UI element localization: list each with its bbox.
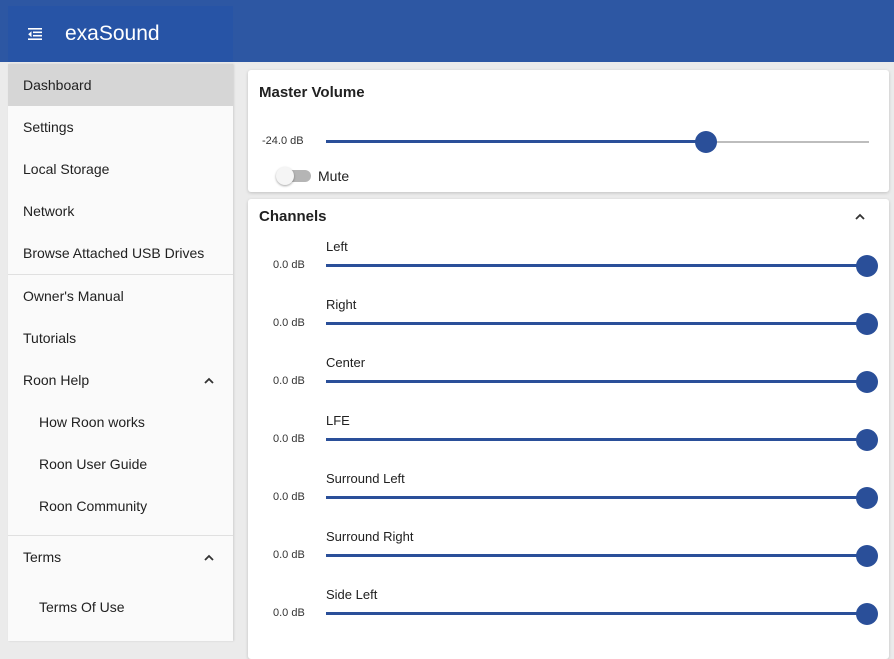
channel-name: Surround Left [326,471,405,486]
master-volume-fill [326,140,707,143]
channel-row: Center 0.0 dB [248,355,892,413]
channel-value: 0.0 dB [273,433,305,445]
channel-value: 0.0 dB [273,317,305,329]
channel-row: Surround Left 0.0 dB [248,471,892,529]
channel-slider-fill [326,264,867,267]
channel-value: 0.0 dB [273,549,305,561]
sidebar-item-terms-of-use[interactable]: Terms Of Use [8,586,233,628]
sidebar-item-terms[interactable]: Terms [8,536,233,578]
sidebar-item-label: Tutorials [23,330,77,346]
sidebar-item-local-storage[interactable]: Local Storage [8,148,233,190]
channel-name: Right [326,297,357,312]
brand-header: exaSound [8,6,233,62]
sidebar-item-label: Dashboard [23,77,92,93]
channel-slider-thumb[interactable] [856,313,878,335]
sidebar-item-roon-user-guide[interactable]: Roon User Guide [8,443,233,485]
channel-value: 0.0 dB [273,607,305,619]
sidebar-item-dashboard[interactable]: Dashboard [8,64,233,106]
master-volume-value: -24.0 dB [262,135,304,147]
sidebar-item-label: Network [23,203,75,219]
channel-name: Center [326,355,366,370]
channel-slider-thumb[interactable] [856,487,878,509]
menu-collapse-icon[interactable] [27,26,43,42]
channel-slider-thumb[interactable] [856,545,878,567]
channel-name: Left [326,239,348,254]
channel-slider-thumb[interactable] [856,603,878,625]
channel-row: Right 0.0 dB [248,297,892,355]
mute-label: Mute [318,168,350,184]
channel-value: 0.0 dB [273,375,305,387]
channel-slider-fill [326,612,867,615]
channel-row: Surround Right 0.0 dB [248,529,892,587]
mute-toggle-thumb[interactable] [276,167,294,185]
sidebar-item-label: Terms [23,549,62,565]
channel-slider-fill [326,380,867,383]
sidebar-item-label: Owner's Manual [23,288,124,304]
sidebar-item-label: Browse Attached USB Drives [23,245,205,261]
channel-row: Side Left 0.0 dB [248,587,892,645]
sidebar-item-how-roon-works[interactable]: How Roon works [8,401,233,443]
channels-title: Channels [259,208,327,225]
channel-slider-thumb[interactable] [856,429,878,451]
sidebar-item-network[interactable]: Network [8,190,233,232]
sidebar-item-settings[interactable]: Settings [8,106,233,148]
channels-card: Channels Left 0.0 dB Right 0.0 dB Center 0.0 … [248,199,889,659]
sidebar-item-label: Settings [23,119,74,135]
sidebar-item-roon-help[interactable]: Roon Help [8,359,233,401]
channel-slider-fill [326,554,867,557]
main-content: Master Volume -24.0 dB Mute Channels Lef… [233,62,894,659]
channel-name: Surround Right [326,529,414,544]
master-volume-thumb[interactable] [695,131,718,153]
sidebar-item-roon-community[interactable]: Roon Community [8,485,233,527]
sidebar-item-tutorials[interactable]: Tutorials [8,317,233,359]
chevron-up-icon[interactable] [854,210,866,222]
sidebar-item-label: Local Storage [23,161,110,177]
channel-name: LFE [326,413,350,428]
sidebar-item-browse-usb[interactable]: Browse Attached USB Drives [8,232,233,274]
master-volume-card: Master Volume -24.0 dB Mute [248,70,889,192]
channel-value: 0.0 dB [273,491,305,503]
sidebar-item-label: How Roon works [39,414,145,430]
sidebar-item-label: Terms Of Use [39,599,125,615]
channel-row: LFE 0.0 dB [248,413,892,471]
channel-slider-thumb[interactable] [856,255,878,277]
master-volume-title: Master Volume [259,84,365,101]
channel-slider-fill [326,322,867,325]
sidebar-item-label: Roon User Guide [39,456,148,472]
channel-slider-thumb[interactable] [856,371,878,393]
app-title: exaSound [65,22,160,45]
channel-row: Left 0.0 dB [248,239,892,297]
chevron-up-icon[interactable] [203,551,215,563]
channel-slider-fill [326,438,867,441]
channel-slider-fill [326,496,867,499]
channel-name: Side Left [326,587,378,602]
sidebar-item-label: Roon Help [23,372,90,388]
sidebar-item-owners-manual[interactable]: Owner's Manual [8,275,233,317]
sidebar-item-label: Roon Community [39,498,148,514]
channel-value: 0.0 dB [273,259,305,271]
chevron-up-icon[interactable] [203,374,215,386]
sidebar-nav: Dashboard Settings Local Storage Network… [8,64,233,641]
